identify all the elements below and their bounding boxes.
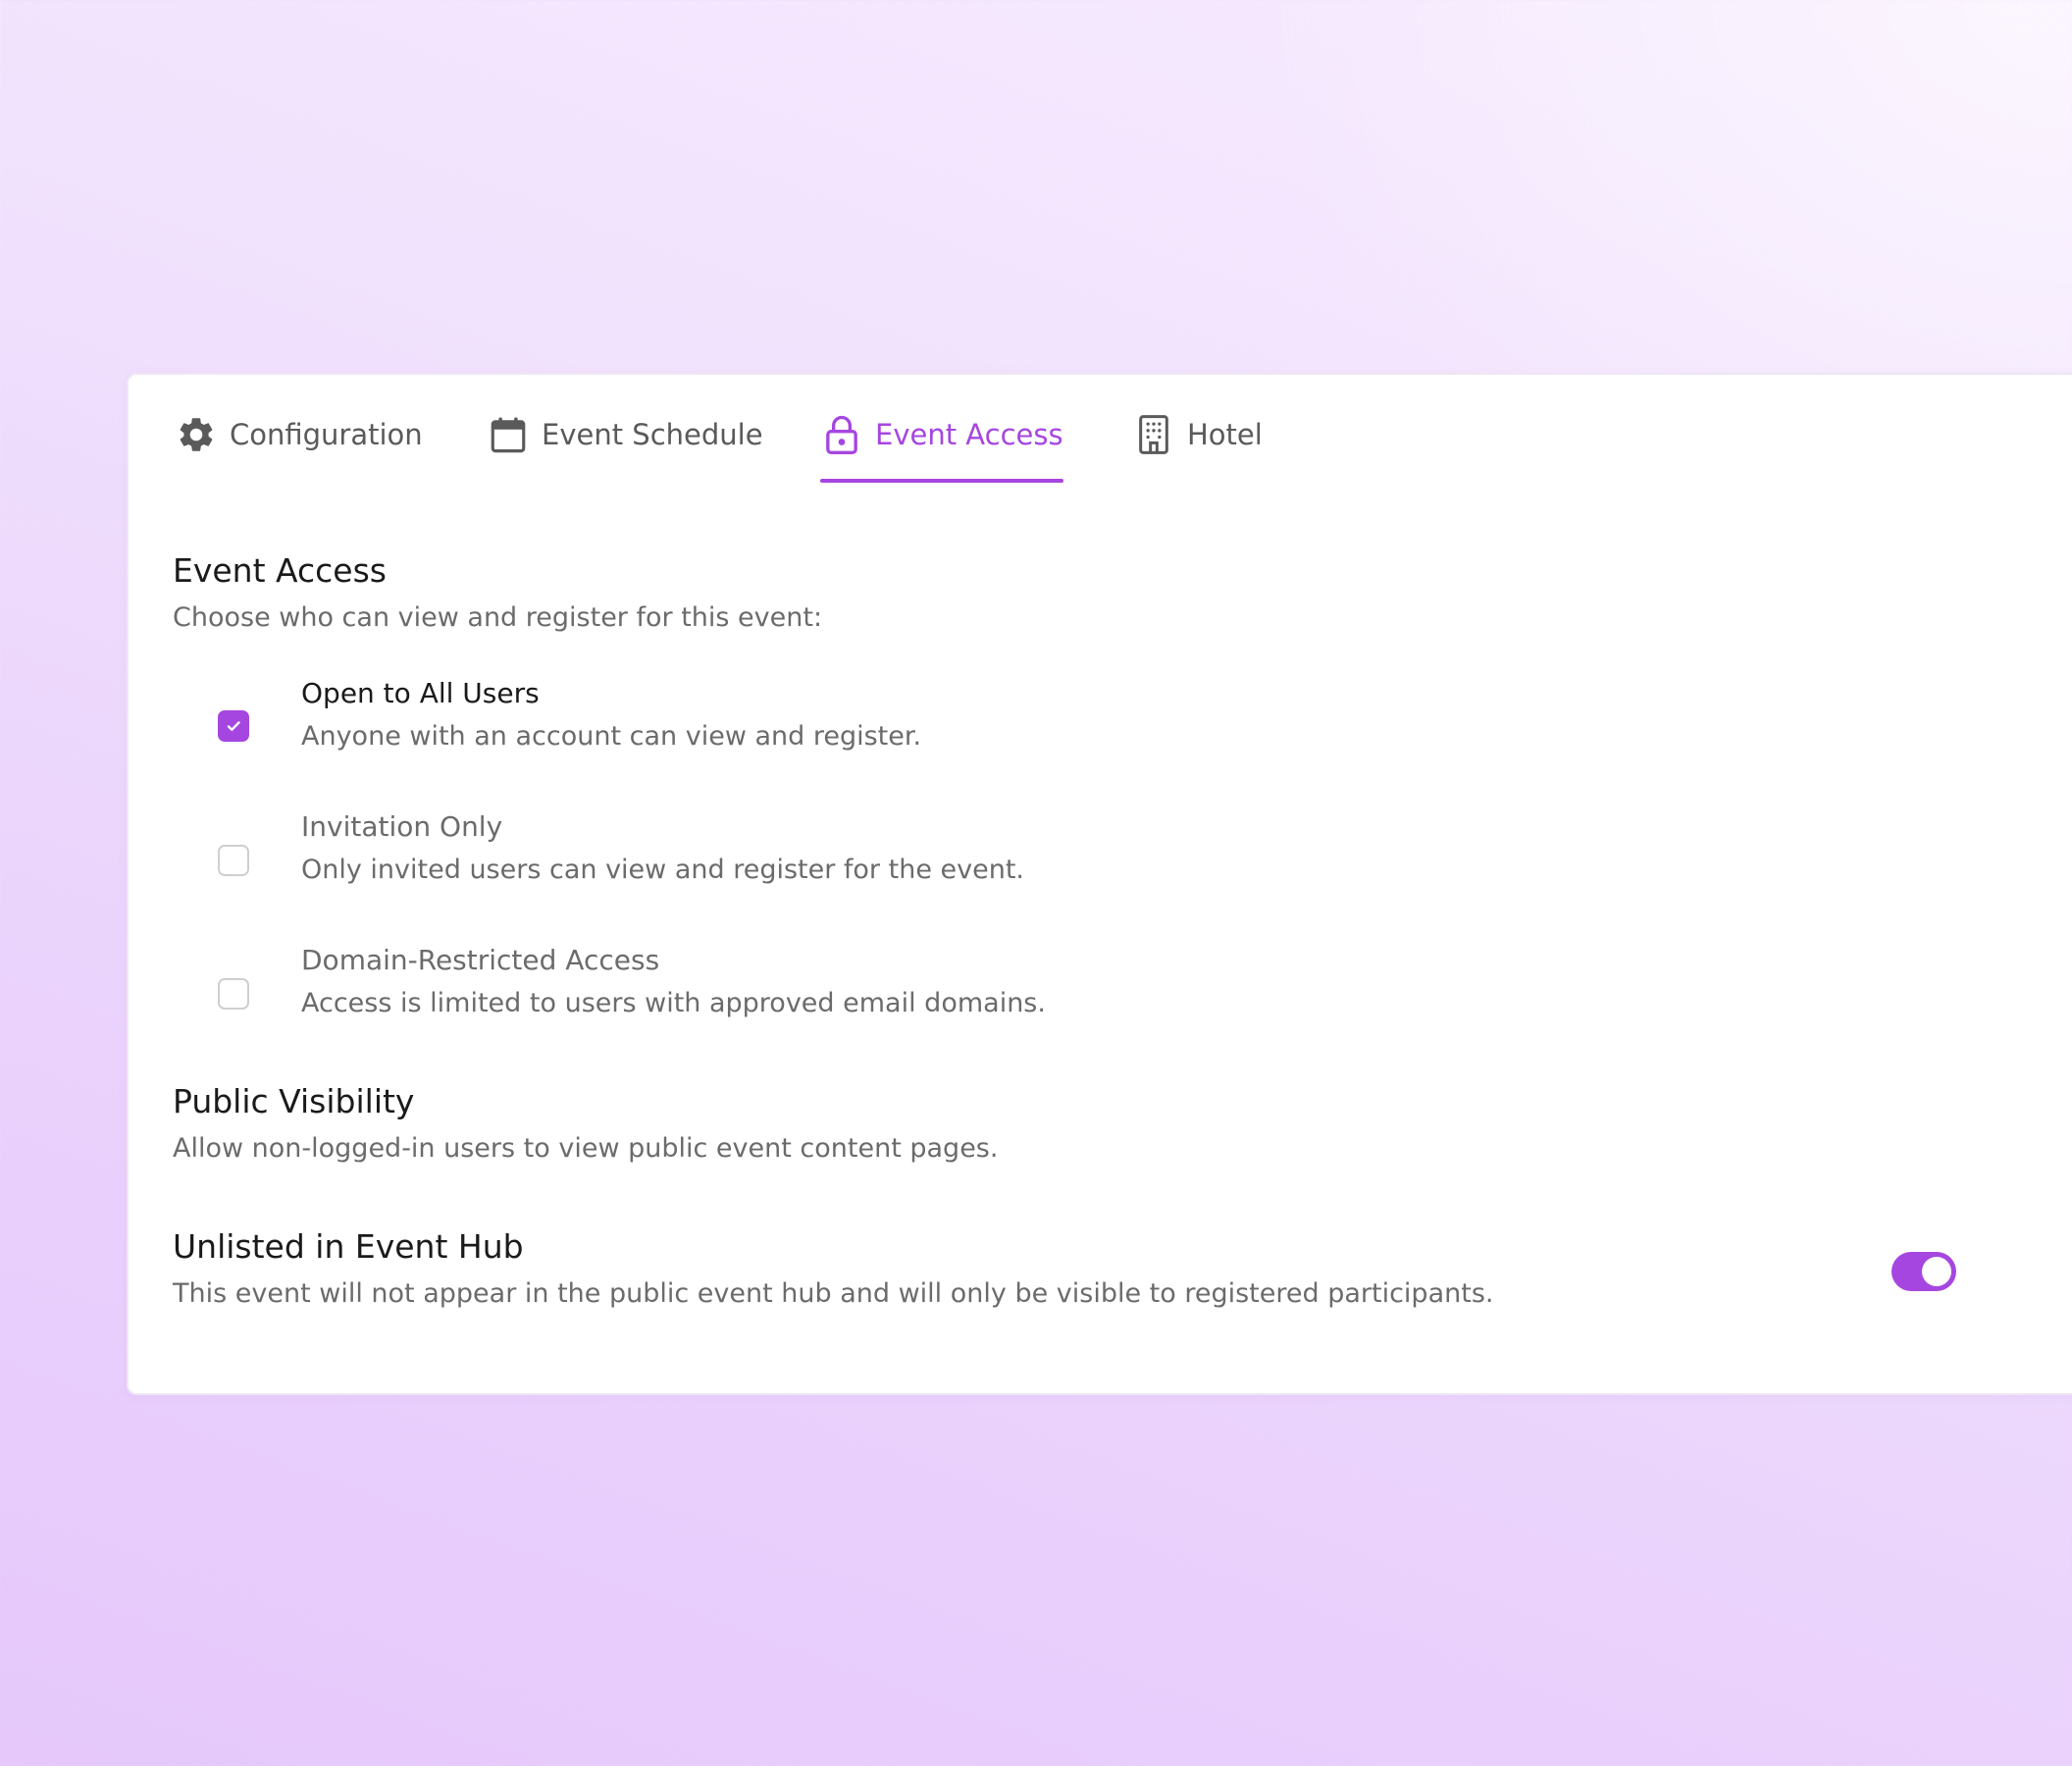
- settings-tabs: Configuration Event Schedule Event Acces…: [129, 375, 2072, 483]
- access-option-domain-title: Domain-Restricted Access: [301, 944, 660, 976]
- building-icon: [1132, 412, 1175, 457]
- tab-event-schedule[interactable]: Event Schedule: [487, 412, 763, 483]
- tab-configuration-label: Configuration: [230, 418, 423, 451]
- tab-hotel-label: Hotel: [1187, 418, 1263, 451]
- tab-event-access-label: Event Access: [875, 418, 1063, 451]
- tab-hotel[interactable]: Hotel: [1132, 412, 1263, 483]
- event-access-heading: Event Access: [173, 551, 387, 590]
- access-option-invitation-checkbox[interactable]: [218, 845, 249, 876]
- access-option-domain-description: Access is limited to users with approved…: [301, 988, 1046, 1018]
- access-option-domain-checkbox[interactable]: [218, 978, 249, 1010]
- unlisted-heading: Unlisted in Event Hub: [173, 1227, 524, 1266]
- event-settings-panel: Configuration Event Schedule Event Acces…: [127, 373, 2072, 1395]
- toggle-knob: [1922, 1257, 1951, 1286]
- tab-event-access[interactable]: Event Access: [820, 412, 1063, 483]
- access-option-open-description: Anyone with an account can view and regi…: [301, 721, 922, 752]
- unlisted-toggle[interactable]: [1891, 1252, 1956, 1291]
- tab-event-schedule-label: Event Schedule: [542, 418, 763, 451]
- tab-configuration[interactable]: Configuration: [175, 412, 423, 483]
- access-option-open-checkbox[interactable]: [218, 710, 249, 742]
- access-option-invitation-title: Invitation Only: [301, 810, 503, 843]
- checkmark-icon: [227, 721, 240, 731]
- access-option-open[interactable]: Open to All Users Anyone with an account…: [129, 675, 1306, 773]
- access-option-invitation-description: Only invited users can view and register…: [301, 855, 1024, 885]
- access-option-domain[interactable]: Domain-Restricted Access Access is limit…: [129, 942, 1306, 1040]
- calendar-icon: [487, 412, 530, 457]
- event-access-description: Choose who can view and register for thi…: [173, 602, 823, 633]
- public-visibility-description: Allow non-logged-in users to view public…: [173, 1133, 999, 1164]
- lock-icon: [820, 412, 863, 457]
- access-option-open-title: Open to All Users: [301, 677, 540, 709]
- unlisted-description: This event will not appear in the public…: [173, 1278, 1494, 1309]
- public-visibility-heading: Public Visibility: [173, 1082, 415, 1120]
- gear-icon: [175, 412, 218, 457]
- access-option-invitation[interactable]: Invitation Only Only invited users can v…: [129, 808, 1306, 907]
- active-tab-indicator: [820, 479, 1063, 483]
